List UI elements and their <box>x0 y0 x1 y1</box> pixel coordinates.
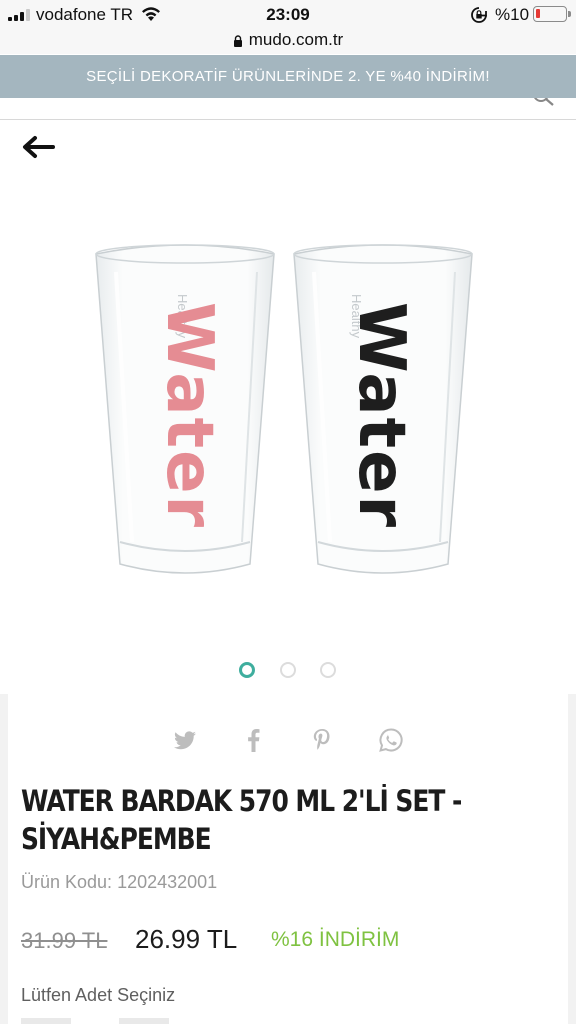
discount-badge: %16 İNDİRİM <box>271 928 400 951</box>
quantity-label: Lütfen Adet Seçiniz <box>21 985 176 1005</box>
product-image-pink-glass: Healthy Water <box>95 244 275 574</box>
product-image-gallery[interactable]: Healthy Water Healthy Water <box>0 170 576 650</box>
battery-icon <box>533 6 571 22</box>
battery-percentage: %10 <box>495 5 530 24</box>
search-bar[interactable] <box>0 98 576 122</box>
pink-glass-word: Water <box>152 302 226 529</box>
gallery-dot-1[interactable] <box>239 662 255 678</box>
status-bar: vodafone TR 23:09 %10 <box>0 0 576 30</box>
old-price: 31.99 TL <box>21 928 108 953</box>
gallery-dot-3[interactable] <box>320 662 336 678</box>
rotation-lock-icon <box>471 7 487 23</box>
lock-icon <box>233 35 242 47</box>
gallery-pagination <box>0 662 576 682</box>
gallery-dot-2[interactable] <box>280 662 296 678</box>
url-bar[interactable]: mudo.com.tr <box>0 30 576 54</box>
product-code-label: Ürün Kodu: <box>21 872 113 892</box>
twitter-icon[interactable] <box>171 726 199 754</box>
current-price: 26.99 TL <box>135 924 238 954</box>
quantity-option-1[interactable] <box>21 1018 71 1024</box>
product-image-black-glass: Healthy Water <box>293 244 473 574</box>
product-info-card <box>8 694 568 1024</box>
promo-text: SEÇİLİ DEKORATİF ÜRÜNLERİNDE 2. YE %40 İ… <box>86 68 490 85</box>
product-title: WATER BARDAK 570 ML 2'Lİ SET - SİYAH&PEM… <box>21 782 541 858</box>
quantity-option-2[interactable] <box>119 1018 169 1024</box>
url-text: mudo.com.tr <box>248 30 344 49</box>
clock: 23:09 <box>266 5 310 24</box>
whatsapp-icon[interactable] <box>377 726 405 754</box>
product-code: Ürün Kodu: 1202432001 <box>21 872 217 893</box>
back-arrow-icon[interactable] <box>20 134 56 160</box>
facebook-icon[interactable] <box>240 726 268 754</box>
product-title-line-1: WATER BARDAK 570 ML 2'Lİ SET - <box>21 784 462 818</box>
product-code-value: 1202432001 <box>117 872 218 892</box>
promo-banner[interactable]: SEÇİLİ DEKORATİF ÜRÜNLERİNDE 2. YE %40 İ… <box>0 55 576 98</box>
black-glass-word: Water <box>344 302 418 529</box>
product-title-line-2: SİYAH&PEMBE <box>21 822 212 856</box>
pinterest-icon[interactable] <box>308 726 336 754</box>
search-input[interactable] <box>0 98 576 120</box>
